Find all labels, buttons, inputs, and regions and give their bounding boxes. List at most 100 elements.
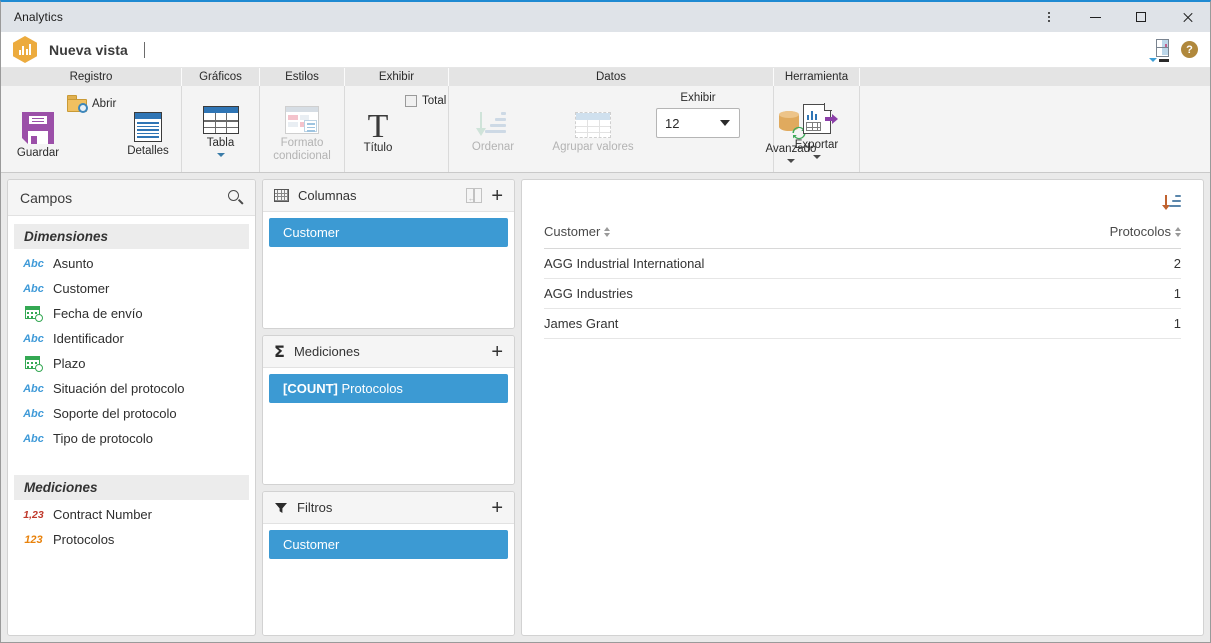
column-header-customer[interactable]: Customer	[544, 224, 611, 239]
abc-type-icon: Abc	[23, 257, 44, 270]
abrir-button[interactable]: Abrir	[67, 95, 117, 113]
shelf-mediciones-title: Mediciones	[293, 344, 360, 359]
add-filter-button[interactable]: +	[491, 498, 503, 518]
fields-group-dimensiones-header: Dimensiones	[14, 224, 249, 249]
sort-toggle-icon[interactable]	[1175, 226, 1181, 237]
titulo-label: Título	[363, 142, 393, 154]
cell-customer: AGG Industrial International	[544, 256, 705, 271]
total-label: Total	[422, 95, 447, 107]
ribbon: Registro Gráficos Estilos Exhibir Datos …	[1, 68, 1210, 173]
exhibir-count-label: Exhibir	[680, 92, 716, 104]
detalles-button[interactable]: Detalles	[119, 108, 177, 158]
panel-layout-icon[interactable]	[1149, 38, 1171, 62]
sort-descending-icon[interactable]	[1162, 194, 1181, 211]
titulo-button[interactable]: T Título	[353, 108, 403, 155]
table-row[interactable]: AGG Industries 1	[544, 279, 1181, 309]
field-item-contract-number[interactable]: 1,23 Contract Number	[8, 502, 255, 527]
shelf-mediciones-body[interactable]: [COUNT] Protocolos	[263, 368, 514, 484]
minimize-icon	[1089, 16, 1101, 18]
guardar-button[interactable]: Guardar	[9, 108, 67, 160]
shelf-pill-count-protocolos[interactable]: [COUNT] Protocolos	[269, 374, 508, 403]
column-header-label: Customer	[544, 224, 601, 239]
shelf-pill-customer[interactable]: Customer	[269, 218, 508, 247]
field-label: Asunto	[53, 256, 94, 271]
ribbon-group-labels: Registro Gráficos Estilos Exhibir Datos …	[1, 68, 1210, 86]
shelf-mediciones-header: Σ Mediciones +	[263, 336, 514, 368]
exportar-button[interactable]: Exportar	[774, 86, 859, 159]
fields-panel: Campos Dimensiones Abc Asunto Abc Custom…	[7, 179, 256, 636]
add-column-button[interactable]: +	[491, 186, 503, 206]
fields-group-mediciones-header: Mediciones	[14, 475, 249, 500]
minimize-button[interactable]	[1072, 2, 1118, 32]
help-icon[interactable]: ?	[1181, 41, 1198, 58]
chevron-down-icon[interactable]	[720, 120, 730, 126]
abc-type-icon: Abc	[23, 282, 44, 295]
total-checkbox-box[interactable]	[405, 95, 417, 107]
exportar-chevron-down-icon[interactable]	[812, 155, 821, 159]
field-label: Situación del protocolo	[53, 381, 185, 396]
ribbon-group-graficos: Tabla	[182, 86, 260, 172]
guardar-label: Guardar	[16, 147, 60, 159]
tabla-chevron-down-icon[interactable]	[216, 153, 225, 157]
field-item-customer[interactable]: Abc Customer	[8, 276, 255, 301]
field-item-asunto[interactable]: Abc Asunto	[8, 251, 255, 276]
field-item-situacion-del-protocolo[interactable]: Abc Situación del protocolo	[8, 376, 255, 401]
search-icon[interactable]	[228, 190, 244, 205]
more-options-button[interactable]	[1026, 2, 1072, 32]
shelf-columnas-body[interactable]: Customer	[263, 212, 514, 328]
transpose-icon[interactable]: ←	[466, 188, 483, 203]
field-item-protocolos[interactable]: 123 Protocolos	[8, 527, 255, 552]
field-item-fecha-de-envio[interactable]: Fecha de envío	[8, 301, 255, 326]
main-content: Campos Dimensiones Abc Asunto Abc Custom…	[1, 173, 1210, 642]
abrir-label: Abrir	[92, 97, 117, 110]
maximize-button[interactable]	[1118, 2, 1164, 32]
group-values-icon	[575, 112, 611, 138]
shelf-columnas-title: Columnas	[298, 188, 357, 203]
table-row[interactable]: AGG Industrial International 2	[544, 249, 1181, 279]
page-title[interactable]: Nueva vista	[49, 42, 128, 58]
canvas-toolbar	[522, 180, 1203, 224]
abc-type-icon: Abc	[23, 382, 44, 395]
shelf-filtros: Filtros + Customer	[262, 491, 515, 636]
sigma-icon: Σ	[274, 341, 285, 361]
shelf-filtros-header: Filtros +	[263, 492, 514, 524]
field-item-tipo-de-protocolo[interactable]: Abc Tipo de protocolo	[8, 426, 255, 451]
column-header-protocolos[interactable]: Protocolos	[1110, 224, 1181, 239]
agrupar-valores-button[interactable]: Agrupar valores	[539, 108, 647, 154]
tabla-label: Tabla	[206, 137, 235, 149]
app-window: Analytics Nueva vista ? Registro Gráfico…	[0, 0, 1211, 643]
ribbon-tabs-filler	[860, 68, 1210, 86]
ordenar-button[interactable]: Ordenar	[457, 106, 529, 154]
add-measure-button[interactable]: +	[491, 342, 503, 362]
formato-condicional-label-1: Formato	[280, 137, 324, 149]
sort-toggle-icon[interactable]	[604, 226, 611, 237]
close-button[interactable]	[1164, 2, 1210, 32]
column-header-label: Protocolos	[1109, 224, 1171, 239]
total-checkbox[interactable]: Total	[405, 95, 446, 107]
ribbon-group-exhibir: T Título Total	[345, 86, 449, 172]
field-item-identificador[interactable]: Abc Identificador	[8, 326, 255, 351]
cell-customer: AGG Industries	[544, 286, 633, 301]
shelf-filtros-body[interactable]: Customer	[263, 524, 514, 635]
field-label: Soporte del protocolo	[53, 406, 177, 421]
tabla-button[interactable]: Tabla	[182, 86, 259, 157]
field-label: Protocolos	[53, 532, 115, 547]
table-row[interactable]: James Grant 1	[544, 309, 1181, 339]
funnel-icon	[274, 501, 288, 515]
field-item-soporte-del-protocolo[interactable]: Abc Soporte del protocolo	[8, 401, 255, 426]
ribbon-group-label-datos: Datos	[449, 68, 774, 86]
formato-condicional-button[interactable]: Formato condicional	[260, 86, 344, 163]
floppy-save-icon	[22, 112, 54, 144]
exportar-label: Exportar	[794, 139, 839, 151]
field-label: Customer	[53, 281, 110, 296]
field-item-plazo[interactable]: Plazo	[8, 351, 255, 376]
exhibir-count-select[interactable]: 12	[656, 108, 740, 138]
shelf-pill-filter-customer[interactable]: Customer	[269, 530, 508, 559]
kebab-menu-icon	[1048, 12, 1050, 22]
export-icon	[802, 103, 838, 134]
grid-icon	[274, 189, 289, 202]
maximize-icon	[1136, 12, 1146, 22]
title-text-icon: T	[367, 108, 389, 145]
abc-type-icon: Abc	[23, 432, 44, 445]
formato-condicional-label-2: condicional	[273, 150, 331, 162]
